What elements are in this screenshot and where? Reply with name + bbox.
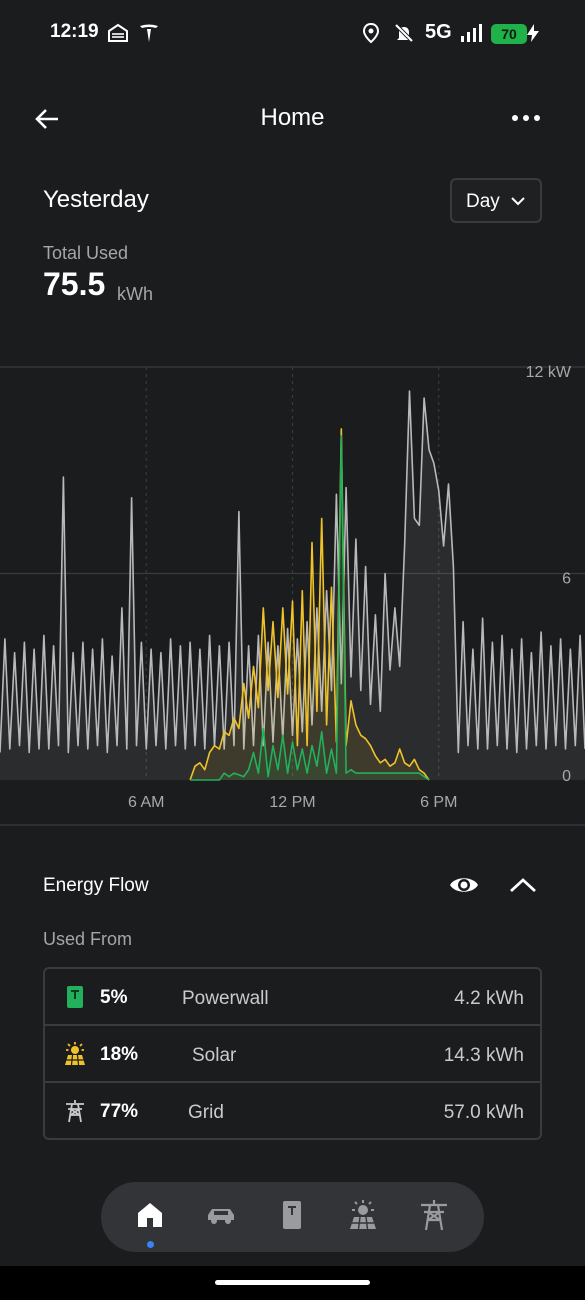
- source-percent: 18%: [100, 1044, 139, 1065]
- mute-icon: [394, 23, 414, 43]
- period-selector[interactable]: Day: [450, 178, 542, 223]
- more-options-icon[interactable]: [506, 108, 546, 128]
- tesla-logo-icon: [140, 24, 158, 42]
- signal-icon: [461, 24, 482, 42]
- source-name: Grid: [188, 1102, 224, 1123]
- chevron-down-icon: [511, 197, 525, 206]
- source-row-grid[interactable]: 77% Grid 57.0 kWh: [45, 1083, 540, 1138]
- source-row-powerwall[interactable]: 5% Powerwall 4.2 kWh: [45, 969, 540, 1026]
- y-tick-label: 6: [562, 571, 571, 588]
- powerwall-icon: [67, 986, 83, 1008]
- y-tick-label: 0: [562, 768, 571, 785]
- total-used-unit: kWh: [117, 284, 153, 304]
- total-used-label: Total Used: [43, 243, 129, 263]
- status-time: 12:19: [50, 21, 99, 42]
- home-indicator[interactable]: [215, 1280, 370, 1285]
- source-value: 4.2 kWh: [454, 988, 524, 1009]
- chevron-up-icon[interactable]: [507, 872, 539, 898]
- total-used-value: 75.5: [43, 266, 106, 302]
- grid-icon[interactable]: [417, 1198, 451, 1232]
- location-icon: [362, 22, 380, 44]
- bottom-nav: [101, 1182, 484, 1252]
- grid-icon: [66, 1100, 84, 1123]
- source-name: Powerwall: [182, 988, 269, 1009]
- used-from-label: Used From: [43, 929, 133, 949]
- active-tab-indicator: [147, 1241, 154, 1248]
- source-value: 57.0 kWh: [443, 1102, 524, 1123]
- source-name: Solar: [192, 1045, 237, 1066]
- garage-icon: [108, 23, 128, 42]
- source-percent: 5%: [100, 987, 128, 1008]
- source-row-solar[interactable]: 18% Solar 14.3 kWh: [45, 1026, 540, 1083]
- system-navigation-bar: [0, 1266, 585, 1300]
- period-title: Yesterday: [43, 186, 149, 213]
- energy-source-list: 5% Powerwall 4.2 kWh 18% Solar 14.3 kWh …: [43, 967, 542, 1140]
- source-percent: 77%: [100, 1101, 139, 1122]
- source-value: 14.3 kWh: [443, 1045, 524, 1066]
- x-tick-label: 6 AM: [128, 794, 164, 811]
- header: Home: [0, 90, 585, 146]
- charging-icon: [527, 24, 539, 42]
- period-selector-value: Day: [466, 191, 500, 212]
- energy-flow-title: Energy Flow: [43, 875, 149, 896]
- powerwall-icon[interactable]: [275, 1198, 309, 1232]
- y-tick-label: 12 kW: [526, 364, 572, 381]
- x-tick-label: 6 PM: [420, 794, 457, 811]
- status-bar: 12:19 5G 70: [0, 0, 585, 70]
- home-icon[interactable]: [133, 1198, 167, 1232]
- energy-usage-chart[interactable]: 6 AM 12 PM 6 PM 12 kW 6 0: [0, 350, 585, 830]
- solar-icon[interactable]: [346, 1198, 380, 1232]
- network-type: 5G: [425, 21, 452, 43]
- solar-icon: [65, 1042, 85, 1066]
- x-tick-label: 12 PM: [269, 794, 315, 811]
- page-title: Home: [260, 104, 325, 131]
- eye-icon[interactable]: [448, 871, 480, 899]
- car-icon[interactable]: [204, 1198, 238, 1232]
